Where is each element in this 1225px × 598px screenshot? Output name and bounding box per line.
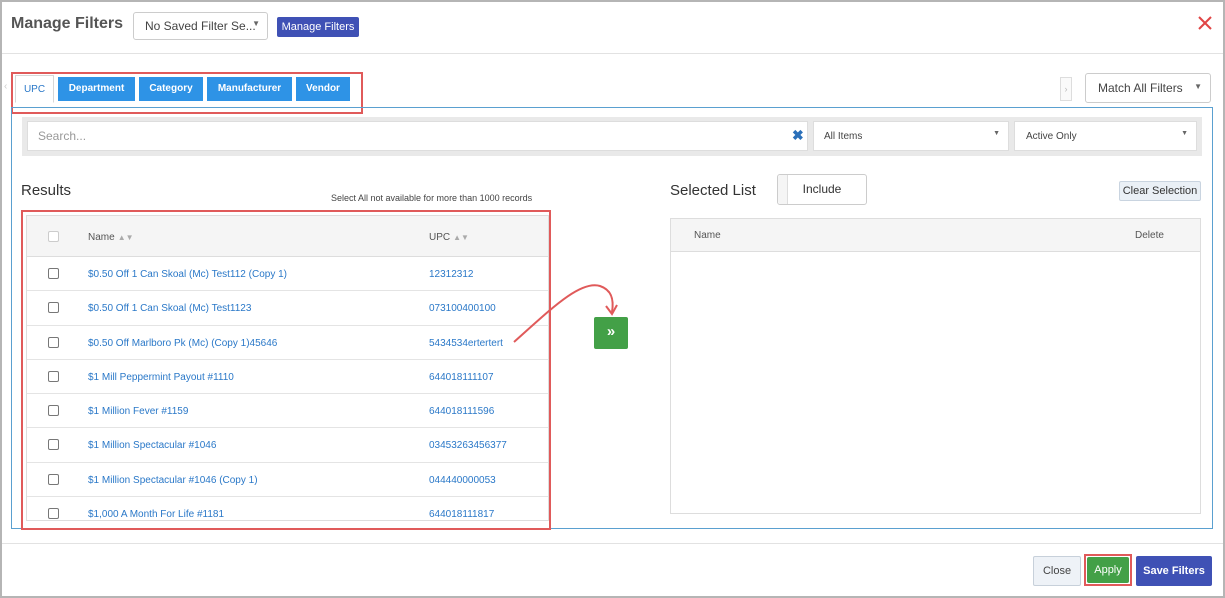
match-filters-select[interactable]: Match All Filters ▼ [1085, 73, 1211, 103]
row-checkbox[interactable] [48, 473, 59, 485]
table-row[interactable]: $1,000 A Month For Life #1181 64401811181… [27, 497, 548, 520]
status-filter-select[interactable]: Active Only ▼ [1014, 121, 1197, 151]
footer-divider [2, 543, 1223, 544]
column-header-delete: Delete [1135, 230, 1164, 241]
table-row[interactable]: $1 Million Spectacular #1046 (Copy 1) 044… [27, 463, 548, 498]
column-header-upc[interactable]: UPC ▲▼ [429, 232, 469, 243]
modal-title: Manage Filters [11, 15, 124, 32]
sort-icon: ▲▼ [453, 233, 469, 242]
table-row[interactable]: $0.50 Off Marlboro Pk (Mc) (Copy 1)45646… [27, 326, 548, 360]
item-filter-value: All Items [824, 131, 863, 142]
select-all-note: Select All not available for more than 1… [331, 193, 533, 203]
row-name-link[interactable]: $0.50 Off Marlboro Pk (Mc) (Copy 1)45646 [88, 338, 277, 349]
row-checkbox[interactable] [48, 370, 59, 382]
row-upc-link[interactable]: 073100400100 [429, 303, 496, 314]
item-filter-select[interactable]: All Items ▼ [813, 121, 1009, 151]
results-title: Results [21, 182, 72, 199]
manage-filters-button[interactable]: Manage Filters [277, 17, 359, 37]
row-name-link[interactable]: $1 Million Spectacular #1046 [88, 440, 216, 451]
row-name-link[interactable]: $0.50 Off 1 Can Skoal (Mc) Test1123 [88, 303, 251, 314]
clear-search-icon[interactable]: ✖ [792, 127, 804, 144]
table-row[interactable]: $1 Million Fever #1159 644018111596 [27, 394, 548, 429]
include-label: Include [802, 182, 842, 196]
search-input[interactable]: Search... [27, 121, 808, 151]
clear-selection-button[interactable]: Clear Selection [1119, 181, 1201, 201]
saved-filter-value: No Saved Filter Se... [145, 19, 256, 33]
table-row[interactable]: $0.50 Off 1 Can Skoal (Mc) Test1123 07310… [27, 291, 548, 326]
header-divider [2, 53, 1223, 54]
row-upc-link[interactable]: 644018111107 [429, 372, 494, 383]
status-filter-value: Active Only [1026, 131, 1077, 142]
results-table-header: Name ▲▼ UPC ▲▼ [27, 216, 548, 257]
row-name-link[interactable]: $0.50 Off 1 Can Skoal (Mc) Test112 (Copy… [88, 269, 287, 280]
table-row[interactable]: $1 Mill Peppermint Payout #1110 644018111… [27, 360, 548, 395]
selected-list-title: Selected List [670, 182, 756, 199]
row-name-link[interactable]: $1,000 A Month For Life #1181 [88, 509, 224, 520]
row-upc-link[interactable]: 03453263456377 [429, 440, 507, 451]
row-upc-link[interactable]: 5434534ertertert [429, 338, 503, 349]
select-all-checkbox[interactable] [48, 231, 59, 242]
match-filters-value: Match All Filters [1098, 81, 1183, 95]
row-name-link[interactable]: $1 Million Fever #1159 [88, 406, 188, 417]
row-checkbox[interactable] [48, 268, 59, 279]
table-row[interactable]: $1 Million Spectacular #1046 034532634563… [27, 428, 548, 463]
table-row[interactable]: $0.50 Off 1 Can Skoal (Mc) Test112 (Copy… [27, 257, 548, 292]
apply-button[interactable]: Apply [1087, 557, 1129, 583]
toggle-knob [778, 175, 788, 204]
selected-table-header: Name Delete [671, 219, 1200, 252]
selected-table: Name Delete [670, 218, 1201, 514]
column-header-name[interactable]: Name ▲▼ [88, 232, 134, 243]
close-button[interactable]: Close [1033, 556, 1081, 586]
chevron-down-icon: ▼ [993, 130, 1000, 137]
move-to-selected-button[interactable]: » [594, 317, 628, 349]
tab-scroll-right-icon[interactable]: › [1060, 77, 1072, 101]
saved-filter-select[interactable]: No Saved Filter Se... ▼ [133, 12, 268, 40]
row-upc-link[interactable]: 644018111596 [429, 406, 494, 417]
chevron-down-icon: ▼ [1181, 130, 1188, 137]
results-table: Name ▲▼ UPC ▲▼ $0.50 Off 1 Can Skoal (Mc) … [26, 215, 549, 521]
include-toggle[interactable]: Include [777, 174, 867, 205]
row-upc-link[interactable]: 12312312 [429, 269, 474, 280]
chevron-down-icon: ▼ [1194, 82, 1202, 91]
row-checkbox[interactable] [48, 336, 59, 348]
row-checkbox[interactable] [48, 439, 59, 451]
sort-icon: ▲▼ [117, 233, 134, 242]
row-upc-link[interactable]: 044440000053 [429, 475, 496, 486]
column-header-name: Name [694, 230, 721, 241]
row-checkbox[interactable] [48, 302, 59, 314]
chevron-down-icon: ▼ [252, 19, 260, 28]
close-icon[interactable] [1196, 14, 1214, 32]
save-filters-button[interactable]: Save Filters [1136, 556, 1212, 586]
row-checkbox[interactable] [48, 405, 59, 417]
row-name-link[interactable]: $1 Million Spectacular #1046 (Copy 1) [88, 475, 258, 486]
row-upc-link[interactable]: 644018111817 [429, 509, 494, 520]
row-checkbox[interactable] [48, 508, 59, 520]
row-name-link[interactable]: $1 Mill Peppermint Payout #1110 [88, 372, 234, 383]
tab-scroll-left-icon[interactable]: ‹ [4, 81, 7, 92]
